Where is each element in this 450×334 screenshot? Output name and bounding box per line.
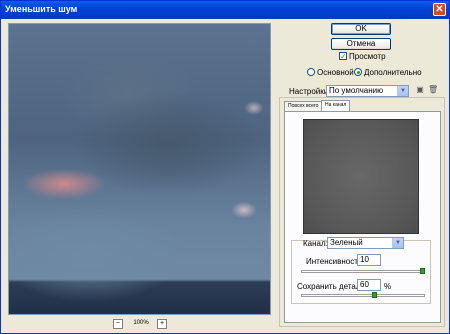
- cancel-button[interactable]: Отмена: [331, 38, 391, 50]
- mode-basic-radio[interactable]: [307, 68, 315, 76]
- channel-label: Канал:: [303, 239, 328, 248]
- zoom-level: 100%: [133, 320, 149, 326]
- mode-advanced-radio[interactable]: [354, 68, 362, 76]
- reduce-noise-dialog: Уменьшить шум ✕ − 100% + OK Отмена ✓ Про…: [0, 0, 450, 334]
- intensity-input[interactable]: 10: [357, 254, 381, 266]
- chevron-down-icon: ▼: [392, 238, 403, 248]
- intensity-slider-track[interactable]: [301, 270, 425, 273]
- tab-per-channel[interactable]: На канал: [321, 100, 351, 111]
- preview-checkbox-label: Просмотр: [349, 52, 386, 61]
- channel-select-value: Зеленый: [330, 238, 363, 247]
- settings-label: Настройки:: [289, 87, 331, 96]
- tab-overall[interactable]: Повсех всего: [284, 101, 323, 111]
- detail-slider-track[interactable]: [301, 294, 425, 297]
- window-title: Уменьшить шум: [5, 4, 78, 14]
- detail-unit: %: [384, 282, 392, 291]
- save-settings-icon[interactable]: ▣: [415, 85, 425, 95]
- settings-select-value: По умолчанию: [329, 86, 384, 95]
- preview-checkbox[interactable]: ✓: [339, 52, 347, 61]
- channel-select[interactable]: Зеленый ▼: [327, 237, 404, 249]
- title-bar[interactable]: Уменьшить шум ✕: [1, 1, 449, 19]
- settings-select[interactable]: По умолчанию ▼: [326, 85, 409, 97]
- detail-input[interactable]: 60: [357, 279, 381, 291]
- image-preview[interactable]: [8, 23, 271, 315]
- mode-advanced-label: Дополнительно: [364, 68, 422, 77]
- chevron-down-icon: ▼: [397, 86, 408, 96]
- close-button[interactable]: ✕: [433, 3, 446, 16]
- intensity-label: Интенсивность:: [306, 257, 365, 266]
- intensity-slider-thumb[interactable]: [420, 268, 425, 274]
- channel-preview[interactable]: [303, 119, 419, 234]
- zoom-out-button[interactable]: −: [113, 319, 123, 329]
- delete-settings-icon[interactable]: 🗑: [428, 85, 438, 95]
- mode-basic-label: Основной: [317, 68, 354, 77]
- zoom-in-button[interactable]: +: [157, 319, 167, 329]
- ok-button[interactable]: OK: [331, 23, 391, 35]
- zoom-controls: − 100% +: [113, 319, 169, 329]
- detail-slider-thumb[interactable]: [372, 292, 378, 298]
